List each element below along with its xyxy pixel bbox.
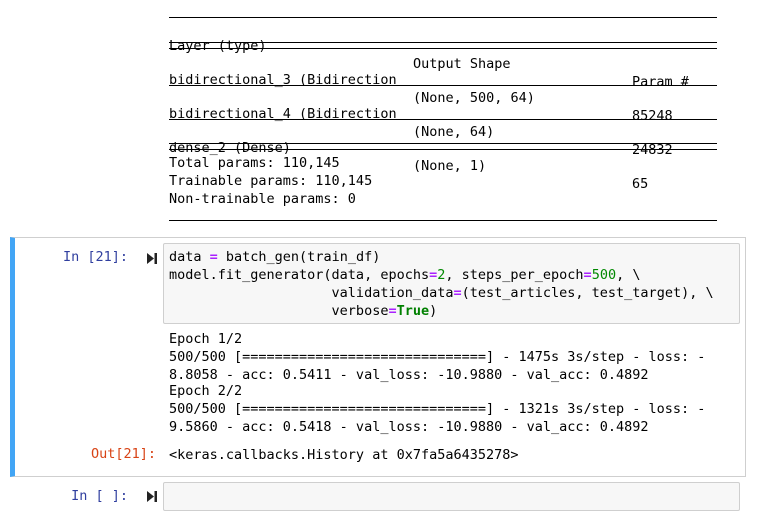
summary-row-rule — [169, 119, 717, 120]
code-line: data = batch_gen(train_df) — [169, 249, 381, 265]
header-params: Param # — [632, 74, 689, 90]
output-line: Epoch 1/2 — [169, 331, 243, 347]
summary-row: bidirectional_4 (Bidirection (None, 64) … — [169, 87, 673, 158]
header-shape: Output Shape — [413, 56, 511, 72]
summary-top-rule — [169, 17, 717, 18]
row-params: 65 — [632, 176, 649, 192]
summary-row: bidirectional_3 (Bidirection (None, 500,… — [169, 53, 673, 124]
input-prompt: In [21]: — [62, 249, 128, 265]
non-trainable-params: Non-trainable params: 0 — [169, 191, 356, 207]
output-line: Epoch 2/2 — [169, 383, 243, 399]
total-params: Total params: 110,145 — [169, 155, 340, 171]
row-layer: bidirectional_3 (Bidirection — [169, 72, 397, 88]
row-params: 85248 — [632, 108, 673, 124]
output-line: 500/500 [==============================]… — [169, 401, 706, 417]
step-forward-icon[interactable] — [147, 253, 157, 264]
step-forward-icon[interactable] — [147, 491, 157, 502]
output-line: 500/500 [==============================]… — [169, 349, 706, 365]
output-line: 9.5860 - acc: 0.5418 - val_loss: -10.988… — [169, 419, 649, 435]
code-line: validation_data=(test_articles, test_tar… — [169, 285, 714, 301]
summary-header: Layer (type) Output Shape Param # — [169, 19, 689, 90]
summary-row: dense_2 (Dense) (None, 1) 65 — [169, 121, 648, 192]
empty-input-prompt: In [ ]: — [71, 488, 128, 504]
summary-double-rule — [169, 143, 717, 150]
code-line: verbose=True) — [169, 303, 438, 319]
row-layer: bidirectional_4 (Bidirection — [169, 106, 397, 122]
row-shape: (None, 64) — [413, 124, 495, 140]
summary-bottom-rule — [169, 220, 717, 221]
empty-code-input[interactable] — [163, 482, 740, 511]
summary-row-rule — [169, 85, 717, 86]
summary-double-rule — [169, 42, 717, 49]
result-output: <keras.callbacks.History at 0x7fa5a64352… — [169, 447, 519, 463]
row-shape: (None, 1) — [413, 158, 487, 174]
trainable-params: Trainable params: 110,145 — [169, 173, 373, 189]
output-prompt: Out[21]: — [90, 446, 156, 462]
code-line: model.fit_generator(data, epochs=2, step… — [169, 267, 641, 283]
row-shape: (None, 500, 64) — [413, 90, 535, 106]
